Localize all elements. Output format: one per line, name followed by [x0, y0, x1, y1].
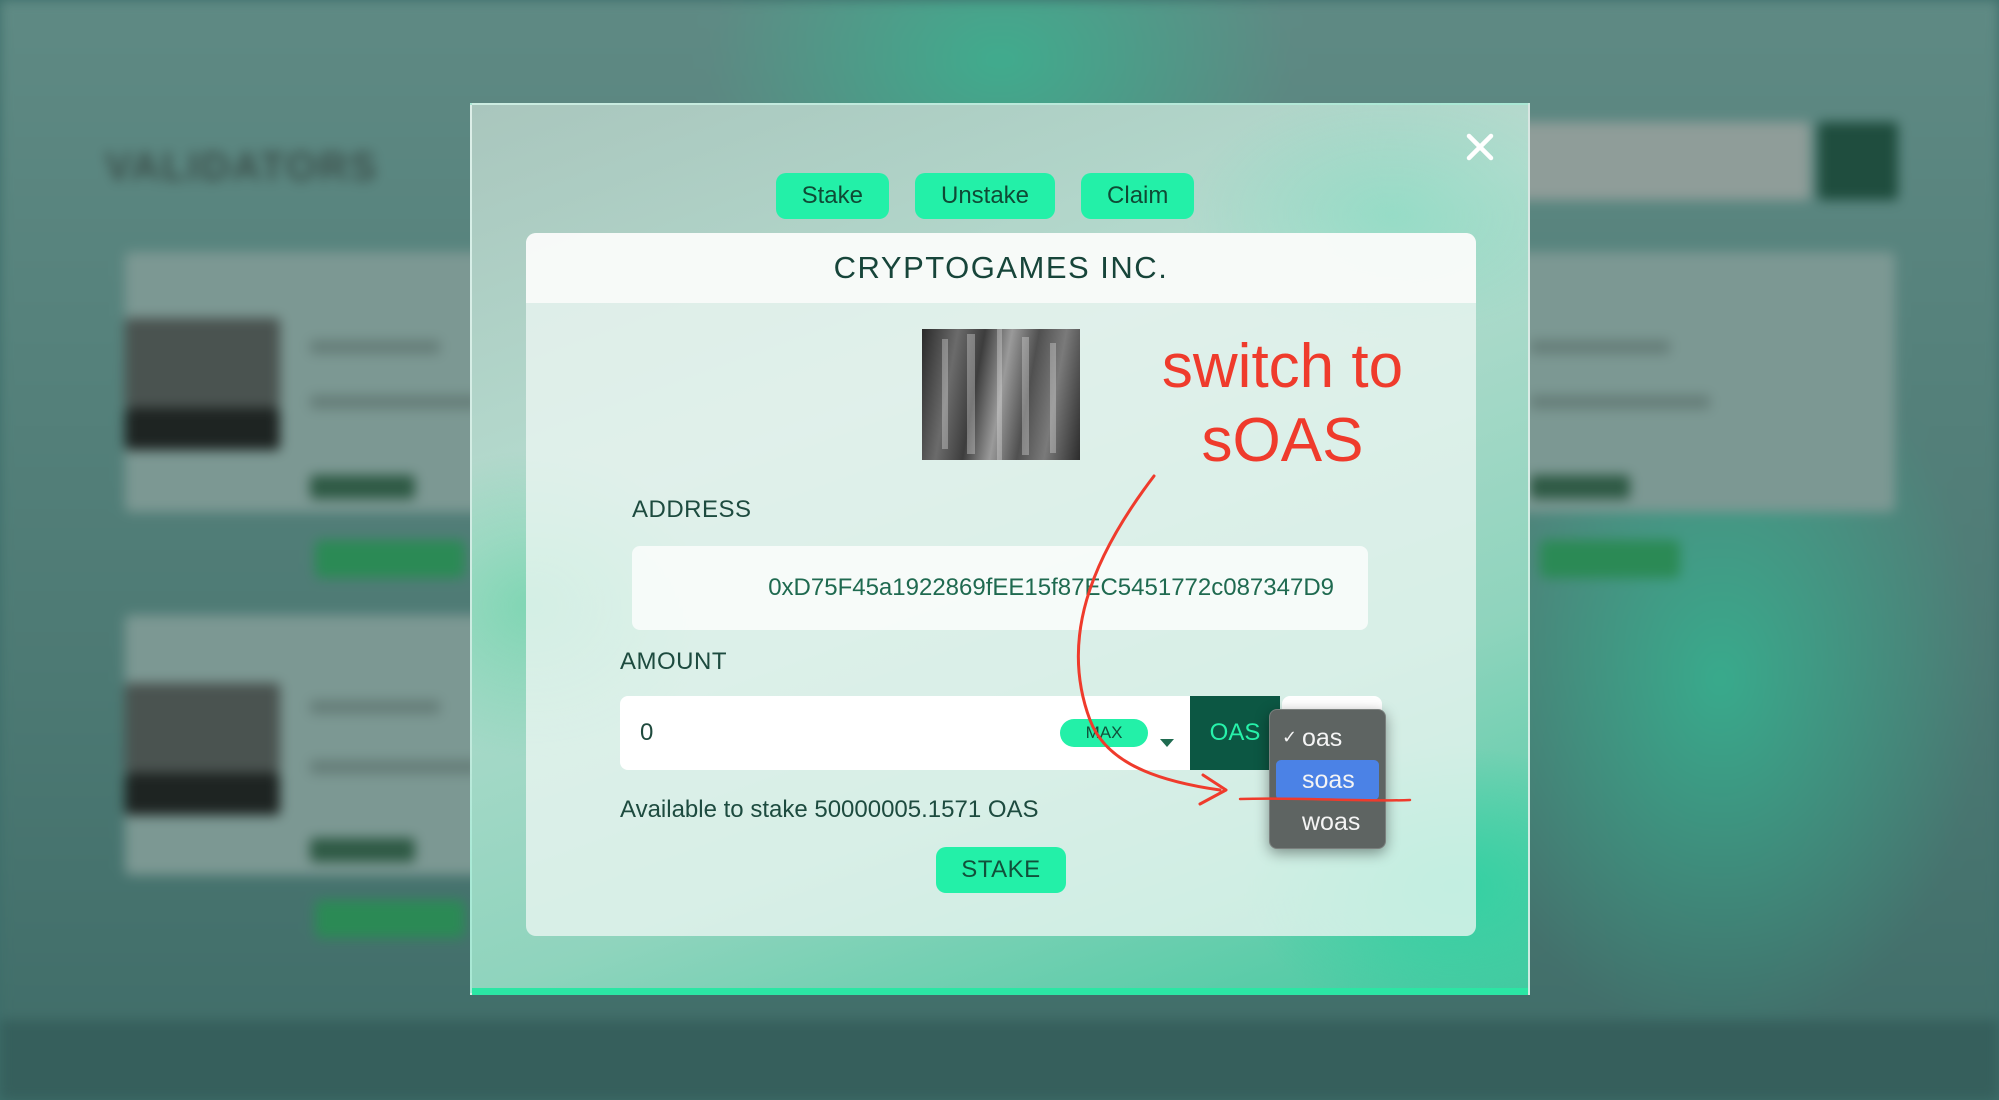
annotation-line-2: sOAS: [1201, 406, 1364, 475]
annotation-line-1: switch to: [1161, 332, 1404, 401]
max-button[interactable]: MAX: [1060, 719, 1148, 747]
background-search-button: [1818, 122, 1898, 200]
background-text-line: [310, 395, 480, 409]
dropdown-option-label: soas: [1302, 765, 1355, 794]
token-button[interactable]: OAS: [1190, 696, 1280, 770]
token-select-dropdown[interactable]: ✓ oas soas woas: [1269, 709, 1386, 849]
available-balance: Available to stake 50000005.1571 OAS: [620, 796, 1039, 823]
modal-bottom-accent: [472, 988, 1528, 995]
background-thumbnail: [125, 683, 280, 773]
background-thumbnail: [125, 318, 280, 408]
tab-unstake[interactable]: Unstake: [914, 173, 1056, 219]
validator-name: CRYPTOGAMES INC.: [526, 233, 1476, 303]
dropdown-option-woas[interactable]: woas: [1276, 802, 1379, 842]
dropdown-option-soas[interactable]: soas: [1276, 760, 1379, 800]
background-thumbnail-label: [125, 773, 280, 815]
tab-stake[interactable]: Stake: [775, 173, 889, 219]
background-text-line: [310, 760, 480, 774]
background-card-button: [310, 838, 415, 862]
annotation-text: switch to sOAS: [1145, 330, 1420, 478]
stake-button[interactable]: STAKE: [936, 847, 1066, 893]
background-card-action: [1540, 540, 1680, 578]
dropdown-option-label: oas: [1302, 723, 1343, 752]
background-text-line: [310, 340, 440, 354]
validator-logo-image: [922, 329, 1080, 460]
caret-down-icon[interactable]: [1160, 739, 1174, 747]
background-text-line: [310, 700, 440, 714]
close-icon: [1466, 133, 1494, 161]
amount-label: AMOUNT: [620, 648, 727, 675]
tab-claim[interactable]: Claim: [1081, 173, 1195, 219]
close-button[interactable]: [1460, 127, 1500, 167]
background-thumbnail-label: [125, 408, 280, 450]
background-footer: [0, 1020, 1999, 1100]
background-validator-card: [1500, 252, 1895, 512]
dropdown-option-oas[interactable]: ✓ oas: [1276, 718, 1379, 758]
stake-modal: Stake Unstake Claim CRYPTOGAMES INC. ADD…: [470, 103, 1530, 995]
modal-tabs: Stake Unstake Claim: [472, 173, 1528, 219]
background-section-title: VALIDATORS: [105, 145, 379, 189]
address-label: ADDRESS: [632, 496, 752, 523]
background-card-action: [315, 900, 465, 938]
background-card-button: [310, 475, 415, 499]
address-field: 0xD75F45a1922869fEE15f87EC5451772c087347…: [632, 546, 1368, 630]
background-text-line: [1530, 395, 1710, 409]
background-card-button: [1530, 475, 1630, 499]
dropdown-option-label: woas: [1302, 807, 1361, 836]
background-text-line: [1530, 340, 1670, 354]
background-card-action: [315, 540, 465, 578]
checkmark-icon: ✓: [1282, 727, 1298, 747]
